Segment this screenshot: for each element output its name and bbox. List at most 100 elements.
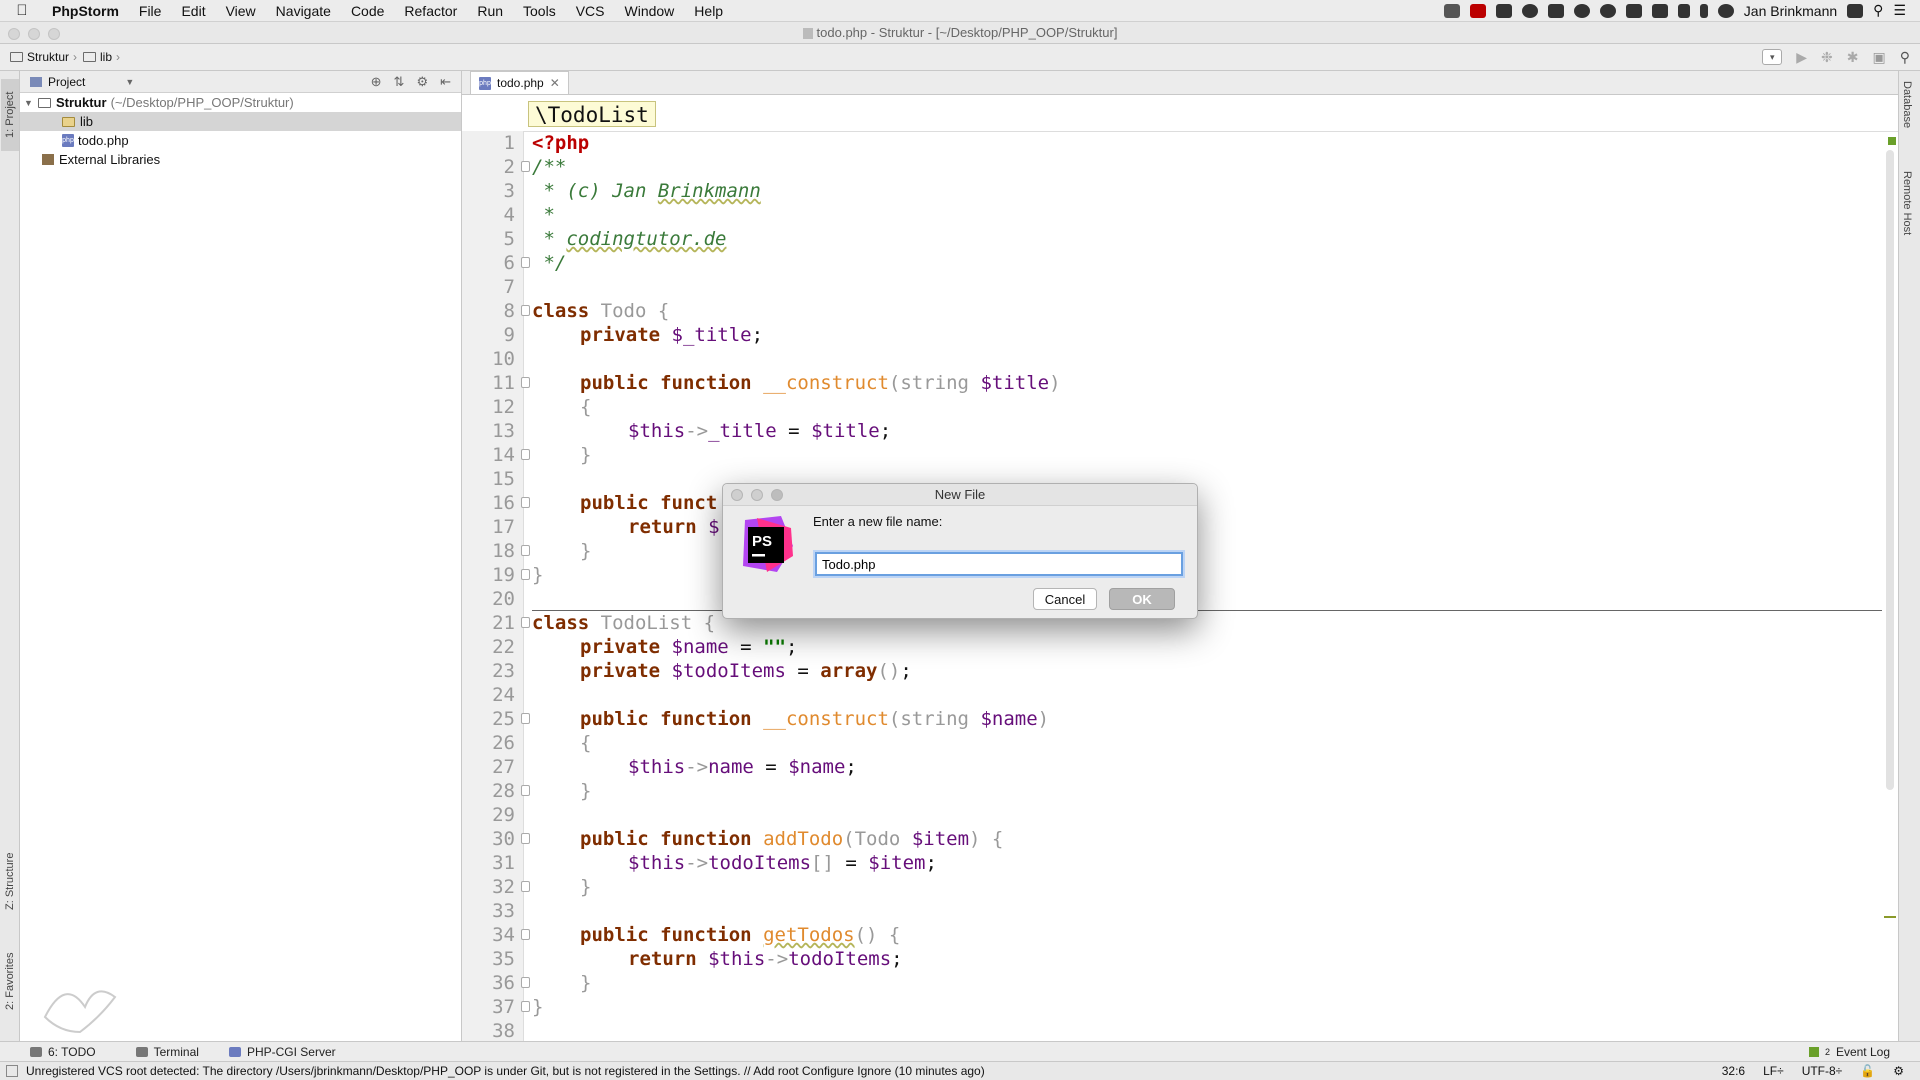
fold-marker-icon[interactable] bbox=[521, 713, 530, 724]
line-number: 14 bbox=[492, 444, 515, 466]
close-dialog-icon[interactable] bbox=[731, 489, 743, 501]
status-toggle-icon[interactable] bbox=[6, 1065, 18, 1077]
fold-marker-icon[interactable] bbox=[521, 377, 530, 388]
tool-tab-todo[interactable]: 6: TODO bbox=[30, 1045, 96, 1059]
run-icon[interactable]: ▶ bbox=[1796, 49, 1807, 66]
fold-marker-icon[interactable] bbox=[521, 161, 530, 172]
tree-item-todo-php[interactable]: php todo.php bbox=[20, 131, 461, 150]
fold-marker-icon[interactable] bbox=[521, 449, 530, 460]
status-icon[interactable] bbox=[1651, 3, 1668, 18]
line-separator[interactable]: LF÷ bbox=[1763, 1064, 1784, 1078]
menu-window[interactable]: Window bbox=[615, 3, 685, 19]
tree-item-root[interactable]: ▼ Struktur (~/Desktop/PHP_OOP/Struktur) bbox=[20, 93, 461, 112]
status-message[interactable]: Unregistered VCS root detected: The dire… bbox=[26, 1064, 985, 1078]
tree-item-lib[interactable]: lib bbox=[20, 112, 461, 131]
volume-icon[interactable] bbox=[1677, 3, 1690, 18]
menu-tools[interactable]: Tools bbox=[513, 3, 566, 19]
inspector-icon[interactable]: ⚙ bbox=[1893, 1064, 1904, 1078]
file-name-input[interactable] bbox=[815, 552, 1183, 576]
bluetooth-icon[interactable] bbox=[1699, 3, 1708, 18]
tool-tab-terminal[interactable]: Terminal bbox=[135, 1045, 199, 1059]
ok-button[interactable]: OK bbox=[1109, 588, 1175, 610]
fold-marker-icon[interactable] bbox=[521, 929, 530, 940]
inspection-status-icon[interactable] bbox=[1888, 137, 1896, 145]
status-icon[interactable] bbox=[1521, 3, 1538, 18]
coverage-icon[interactable]: ✱ bbox=[1847, 49, 1859, 66]
fold-marker-icon[interactable] bbox=[521, 1001, 530, 1012]
tool-tab-structure[interactable]: Z: Structure bbox=[1, 841, 19, 921]
creative-cloud-icon[interactable] bbox=[1599, 3, 1616, 18]
menu-view[interactable]: View bbox=[216, 3, 266, 19]
scroll-marker[interactable] bbox=[1884, 916, 1896, 918]
fold-marker-icon[interactable] bbox=[521, 977, 530, 988]
menu-run[interactable]: Run bbox=[467, 3, 513, 19]
fold-marker-icon[interactable] bbox=[521, 833, 530, 844]
minimize-window-icon[interactable] bbox=[28, 28, 40, 40]
menu-edit[interactable]: Edit bbox=[171, 3, 215, 19]
menubar-user-name[interactable]: Jan Brinkmann bbox=[1744, 3, 1837, 19]
code-line: { bbox=[580, 396, 592, 418]
code-line: } bbox=[532, 564, 544, 586]
hide-panel-icon[interactable]: ⇤ bbox=[440, 74, 451, 90]
chevron-down-icon[interactable]: ▼ bbox=[125, 77, 134, 87]
menu-code[interactable]: Code bbox=[341, 3, 394, 19]
tree-item-external-libraries[interactable]: External Libraries bbox=[20, 150, 461, 169]
time-machine-icon[interactable] bbox=[1717, 3, 1734, 18]
file-encoding[interactable]: UTF-8÷ bbox=[1802, 1064, 1843, 1078]
fold-marker-icon[interactable] bbox=[521, 257, 530, 268]
caret-position[interactable]: 32:6 bbox=[1722, 1064, 1745, 1078]
fold-marker-icon[interactable] bbox=[521, 569, 530, 580]
menu-navigate[interactable]: Navigate bbox=[266, 3, 341, 19]
gear-icon[interactable]: ⚙ bbox=[416, 74, 428, 90]
scroll-from-source-icon[interactable]: ⊕ bbox=[371, 74, 382, 90]
tool-tab-favorites[interactable]: 2: Favorites bbox=[1, 941, 19, 1021]
code-line: } bbox=[532, 996, 544, 1018]
project-view-selector[interactable]: Project bbox=[48, 75, 85, 89]
line-number: 8 bbox=[503, 300, 515, 322]
tool-tab-remote-host[interactable]: Remote Host bbox=[1901, 171, 1913, 235]
tool-tab-database[interactable]: Database bbox=[1901, 81, 1913, 128]
editor-scrollbar[interactable] bbox=[1886, 150, 1894, 790]
breadcrumb-lib[interactable]: lib › bbox=[81, 50, 124, 64]
run-config-dropdown[interactable]: ▾ bbox=[1762, 49, 1783, 65]
tool-tab-php-cgi-server[interactable]: PHP-CGI Server bbox=[228, 1045, 336, 1059]
editor-class-breadcrumb[interactable]: \TodoList bbox=[528, 101, 656, 127]
dropbox-icon[interactable] bbox=[1625, 3, 1642, 18]
menu-app-name[interactable]: PhpStorm bbox=[44, 3, 129, 19]
zoom-dialog-icon[interactable] bbox=[771, 489, 783, 501]
lock-icon[interactable]: 🔓 bbox=[1860, 1064, 1875, 1078]
menu-file[interactable]: File bbox=[129, 3, 172, 19]
status-icon[interactable] bbox=[1495, 3, 1512, 18]
fold-marker-icon[interactable] bbox=[521, 497, 530, 508]
phpunit-icon[interactable]: ▣ bbox=[1873, 49, 1886, 66]
status-icon[interactable] bbox=[1443, 3, 1460, 18]
evernote-icon[interactable] bbox=[1547, 3, 1564, 18]
zoom-window-icon[interactable] bbox=[48, 28, 60, 40]
close-window-icon[interactable] bbox=[8, 28, 20, 40]
collapse-all-icon[interactable]: ⇅ bbox=[394, 74, 405, 90]
debug-icon[interactable]: ❉ bbox=[1821, 49, 1833, 66]
fold-marker-icon[interactable] bbox=[521, 545, 530, 556]
chevron-down-icon[interactable]: ▼ bbox=[24, 98, 38, 108]
menu-refactor[interactable]: Refactor bbox=[394, 3, 467, 19]
tool-tab-project[interactable]: 1: Project bbox=[1, 79, 19, 151]
status-icon[interactable] bbox=[1573, 3, 1590, 18]
tool-tab-event-log[interactable]: 2 Event Log bbox=[1808, 1045, 1890, 1059]
fold-marker-icon[interactable] bbox=[521, 785, 530, 796]
spotlight-icon[interactable]: ⚲ bbox=[1873, 2, 1883, 19]
tab-todo-php[interactable]: php todo.php ✕ bbox=[470, 71, 569, 94]
fold-marker-icon[interactable] bbox=[521, 305, 530, 316]
watermark-logo bbox=[43, 990, 117, 1034]
notification-center-icon[interactable]: ☰ bbox=[1893, 2, 1906, 19]
menu-vcs[interactable]: VCS bbox=[566, 3, 615, 19]
fold-marker-icon[interactable] bbox=[521, 881, 530, 892]
breadcrumb-project[interactable]: Struktur › bbox=[0, 50, 81, 64]
cancel-button[interactable]: Cancel bbox=[1033, 588, 1097, 610]
apple-icon[interactable]:  bbox=[0, 2, 44, 19]
menu-help[interactable]: Help bbox=[684, 3, 733, 19]
fold-marker-icon[interactable] bbox=[521, 617, 530, 628]
status-icon[interactable] bbox=[1847, 3, 1864, 18]
close-tab-icon[interactable]: ✕ bbox=[550, 76, 560, 90]
status-icon[interactable] bbox=[1469, 3, 1486, 18]
search-everywhere-icon[interactable]: ⚲ bbox=[1900, 49, 1910, 66]
